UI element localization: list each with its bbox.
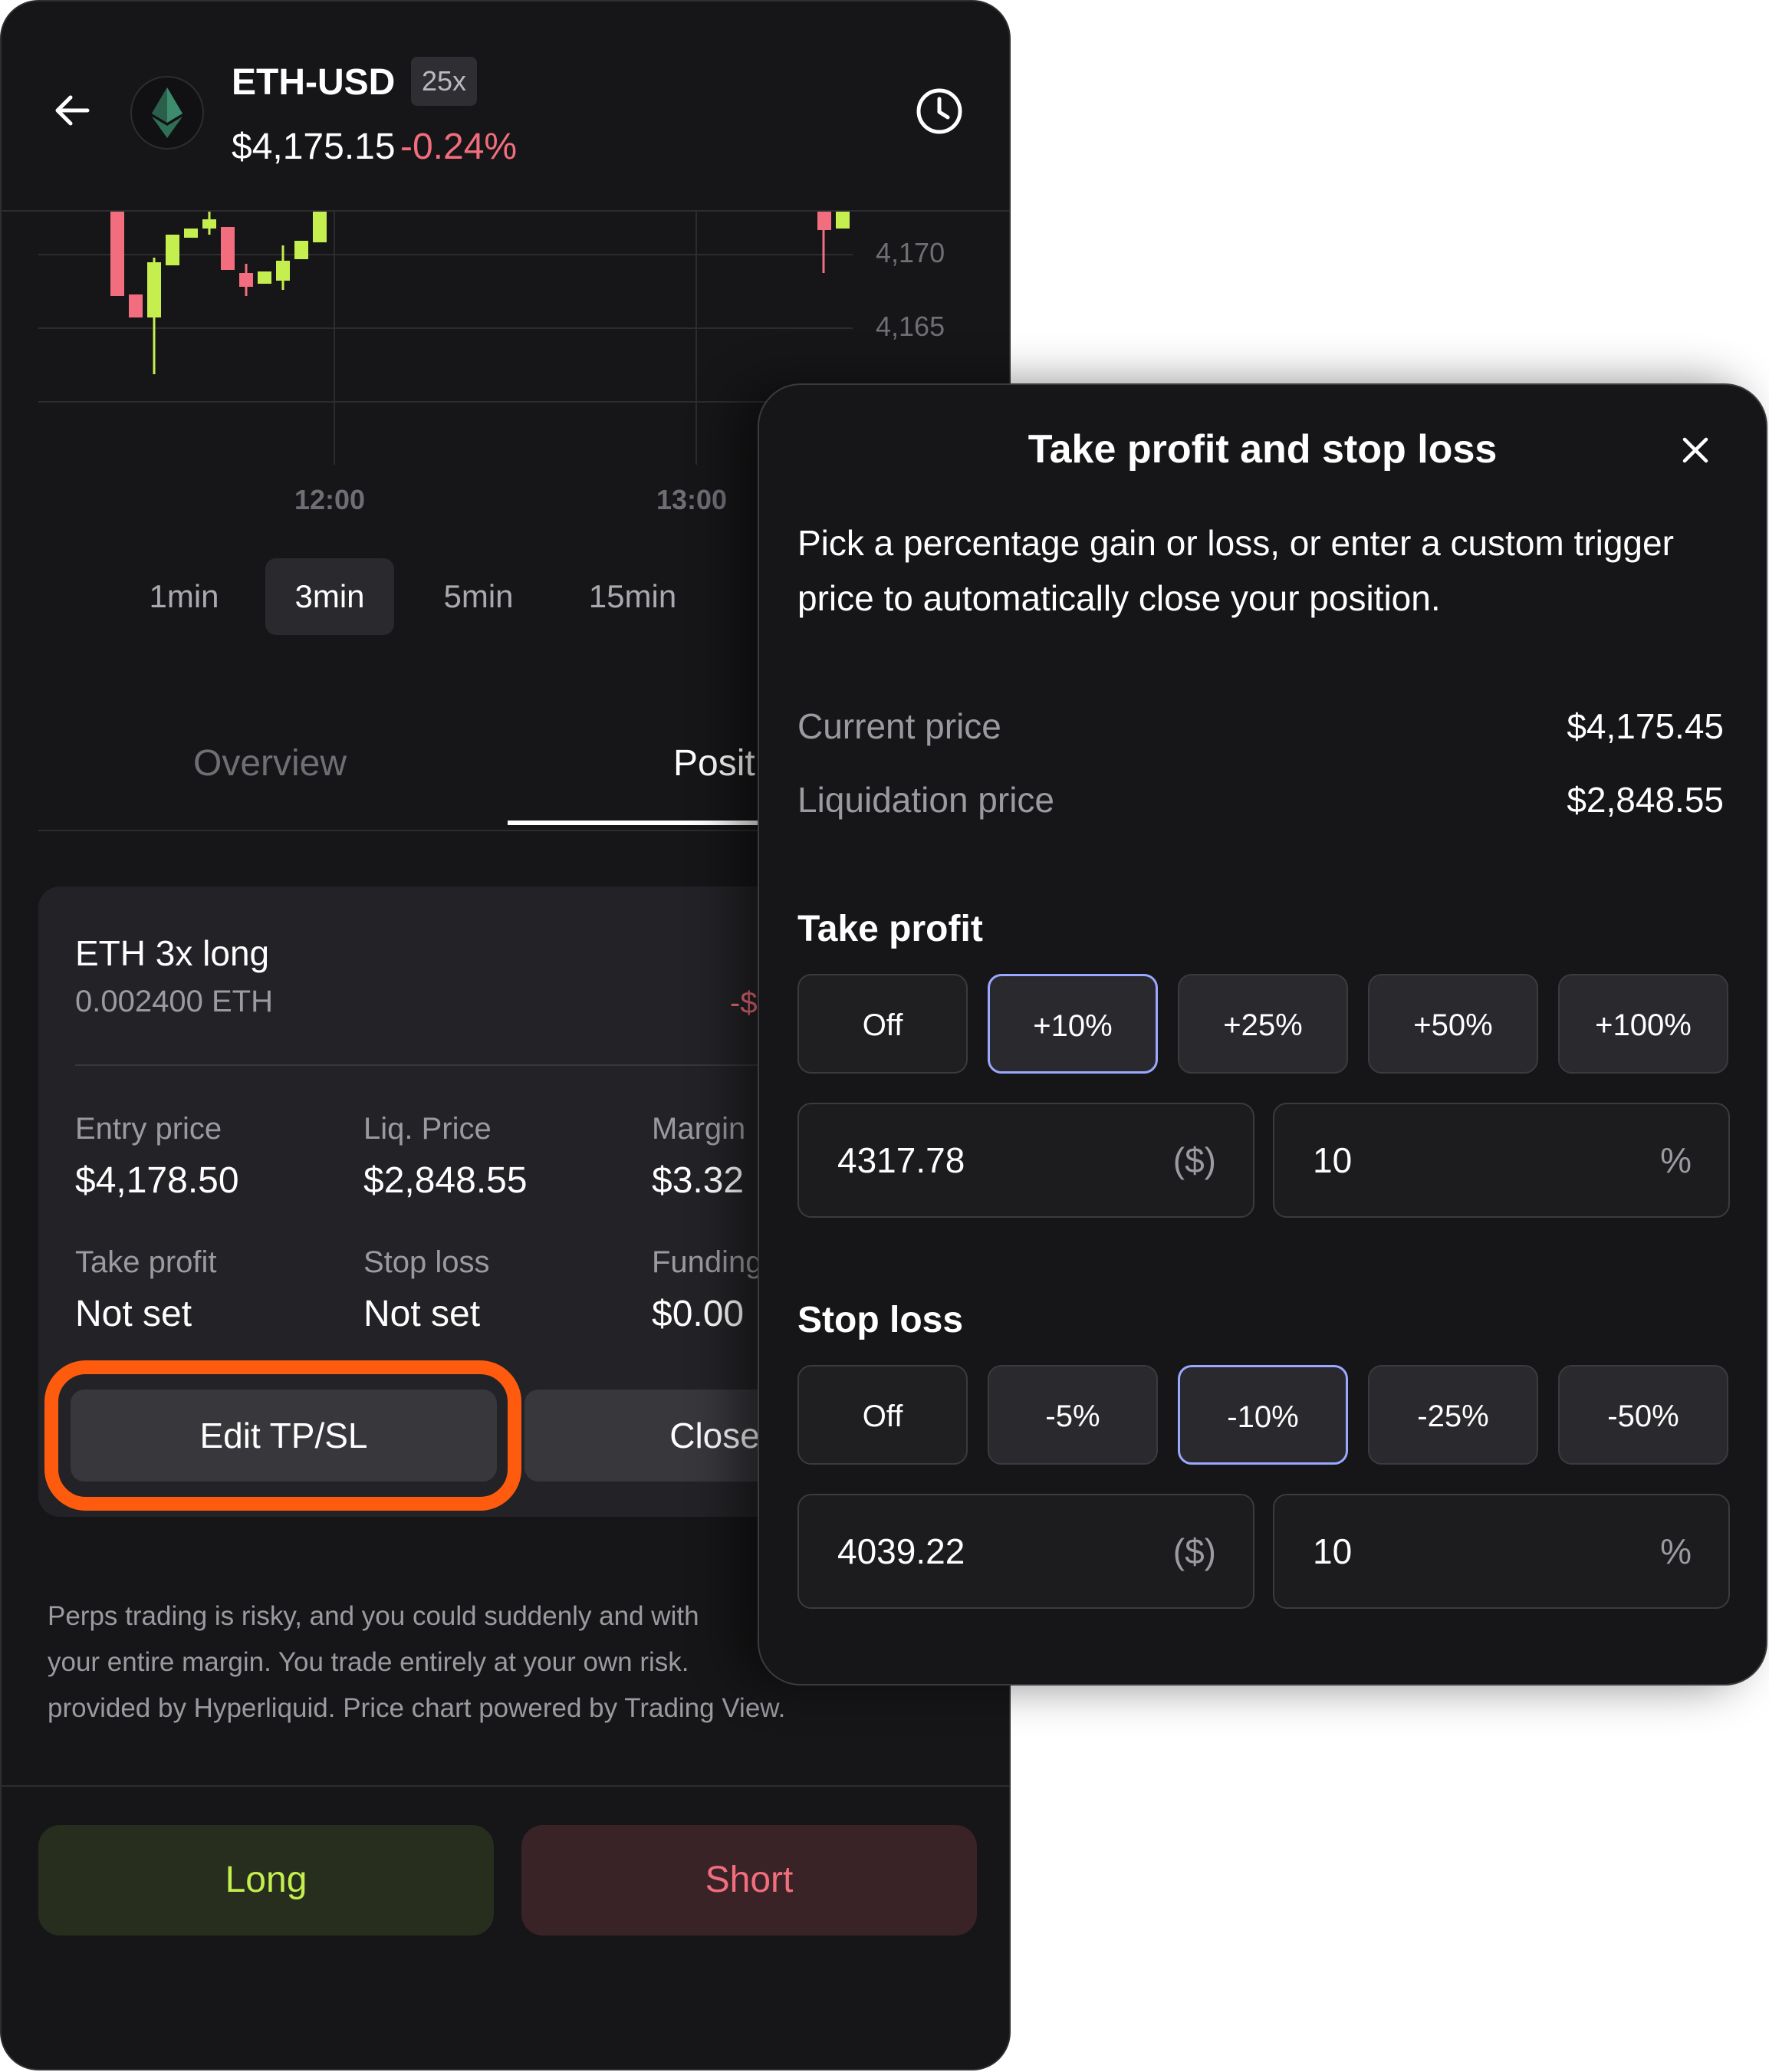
time-axis-label: 13:00: [656, 484, 727, 515]
timeframe-3min[interactable]: 3min: [265, 558, 394, 635]
sl-percent-input[interactable]: 10 %: [1273, 1494, 1730, 1609]
market-symbol: ETH-USD: [232, 62, 396, 103]
timeframe-1min[interactable]: 1min: [130, 558, 238, 635]
liq-price-value: $2,848.55: [363, 1160, 528, 1201]
price-change: -0.24%: [400, 127, 518, 167]
time-axis-label: 12:00: [294, 484, 365, 515]
back-arrow-icon[interactable]: [49, 87, 95, 133]
tab-overview[interactable]: Overview: [193, 742, 347, 784]
tp-percent-unit: %: [1660, 1140, 1692, 1180]
sl-option-50[interactable]: -50%: [1558, 1365, 1728, 1465]
leverage-badge: 25x: [411, 57, 478, 106]
stop-loss-label: Stop loss: [363, 1245, 490, 1279]
timeframe-5min[interactable]: 5min: [426, 558, 531, 635]
stop-loss-value: Not set: [363, 1294, 481, 1334]
tp-percent-value: 10: [1313, 1140, 1353, 1180]
long-button[interactable]: Long: [38, 1825, 494, 1936]
funding-label: Funding: [652, 1245, 763, 1279]
margin-value: $3.32: [652, 1160, 745, 1201]
sl-percent-value: 10: [1313, 1531, 1353, 1571]
close-icon[interactable]: [1678, 432, 1713, 468]
liquidation-price-label: Liquidation price: [797, 780, 1055, 820]
sl-price-input[interactable]: 4039.22 ($): [797, 1494, 1254, 1609]
short-button[interactable]: Short: [521, 1825, 977, 1936]
entry-price-label: Entry price: [75, 1112, 222, 1146]
tp-price-input[interactable]: 4317.78 ($): [797, 1103, 1254, 1218]
current-price-value: $4,175.45: [1567, 706, 1724, 746]
margin-label: Margin: [652, 1112, 746, 1146]
current-price-row: Current price $4,175.45: [797, 705, 1724, 747]
stop-loss-heading: Stop loss: [797, 1300, 964, 1340]
history-clock-icon[interactable]: [914, 86, 965, 136]
sl-option-25[interactable]: -25%: [1368, 1365, 1538, 1465]
tp-option-off[interactable]: Off: [797, 974, 968, 1074]
candlesticks: [110, 212, 850, 374]
liquidation-price-value: $2,848.55: [1567, 780, 1724, 820]
eth-logo-icon: [130, 76, 204, 150]
disclaimer-line: provided by Hyperliquid. Price chart pow…: [48, 1693, 786, 1723]
tp-price-value: 4317.78: [837, 1140, 965, 1180]
divider: [2, 1785, 1009, 1787]
tp-price-unit: ($): [1172, 1140, 1216, 1180]
sl-option-5[interactable]: -5%: [988, 1365, 1158, 1465]
sl-price-value: 4039.22: [837, 1531, 965, 1571]
tp-option-100[interactable]: +100%: [1558, 974, 1728, 1074]
position-title: ETH 3x long: [75, 933, 270, 973]
position-size: 0.002400 ETH: [75, 985, 273, 1018]
current-price: $4,175.15: [232, 127, 396, 167]
take-profit-value: Not set: [75, 1294, 192, 1334]
header: ETH-USD 25x $4,175.15 -0.24%: [2, 2, 1009, 212]
take-profit-label: Take profit: [75, 1245, 217, 1279]
chart-gridlines: [38, 212, 853, 465]
take-profit-heading: Take profit: [797, 909, 983, 949]
modal-title: Take profit and stop loss: [1028, 427, 1498, 472]
tpsl-modal: Take profit and stop loss Pick a percent…: [758, 383, 1767, 1686]
highlight-outline: [44, 1360, 521, 1511]
position-pnl: -$: [730, 986, 758, 1020]
tp-percent-input[interactable]: 10 %: [1273, 1103, 1730, 1218]
entry-price-value: $4,178.50: [75, 1160, 239, 1201]
price-axis-label: 4,170: [876, 237, 945, 268]
price-axis-label: 4,165: [876, 311, 945, 342]
liq-price-label: Liq. Price: [363, 1112, 492, 1146]
tp-option-10[interactable]: +10%: [988, 974, 1158, 1074]
tab-positions[interactable]: Posit: [673, 742, 755, 784]
tp-option-50[interactable]: +50%: [1368, 974, 1538, 1074]
sl-option-off[interactable]: Off: [797, 1365, 968, 1465]
modal-description: Pick a percentage gain or loss, or enter…: [797, 523, 1674, 618]
timeframe-15min[interactable]: 15min: [572, 558, 693, 635]
tp-option-25[interactable]: +25%: [1178, 974, 1348, 1074]
sl-percent-unit: %: [1660, 1531, 1692, 1571]
liquidation-price-row: Liquidation price $2,848.55: [797, 779, 1724, 821]
current-price-label: Current price: [797, 706, 1001, 746]
sl-price-unit: ($): [1172, 1531, 1216, 1571]
funding-value: $0.00: [652, 1294, 745, 1334]
sl-option-10[interactable]: -10%: [1178, 1365, 1348, 1465]
